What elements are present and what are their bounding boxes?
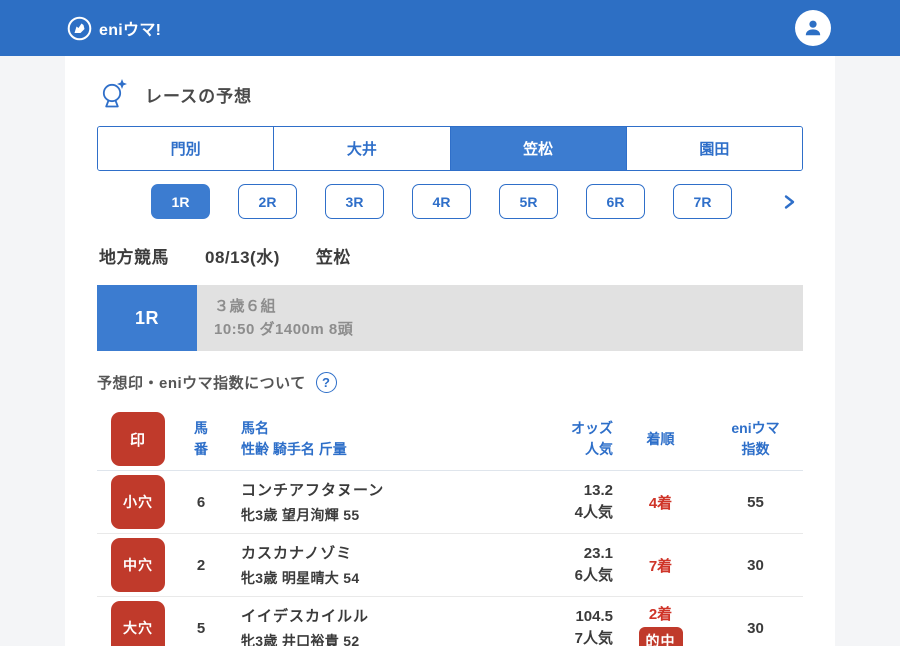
header-horse-number: 馬 番 [194, 420, 208, 457]
odds-cell: 104.5 7人気 [483, 606, 613, 646]
race-button-2r[interactable]: 2R [238, 184, 297, 219]
venue-tab-kasamatsu[interactable]: 笠松 [449, 127, 626, 170]
chevron-right-icon[interactable] [781, 193, 797, 211]
header-index: eniウマ 指数 [731, 420, 780, 457]
venue-tab-oi[interactable]: 大井 [273, 127, 450, 170]
race-button-4r[interactable]: 4R [412, 184, 471, 219]
header-result: 着順 [646, 430, 675, 447]
popularity-value: 4人気 [574, 504, 613, 521]
venue-tab-sonoda[interactable]: 園田 [625, 127, 802, 170]
race-number-row: 1R 2R 3R 4R 5R 6R 7R [97, 184, 803, 219]
meta-date: 08/13(水) [205, 248, 280, 267]
meta-category: 地方競馬 [99, 248, 169, 267]
result-cell: 7着 [613, 555, 708, 576]
horse-number: 2 [196, 556, 206, 574]
horse-name: イイデスカイルル [241, 608, 370, 625]
mark-badge: 小穴 [111, 475, 165, 529]
mark-badge: 大穴 [111, 601, 165, 646]
horse-name-cell: コンチアフタヌーン 牝3歳 望月洵輝 55 [237, 479, 483, 525]
info-link-row: 予想印・eniウマ指数について ? [97, 372, 803, 393]
horse-icon [67, 16, 92, 41]
race-banner: 1R ３歳６組 10:50 ダ1400m 8頭 [97, 285, 803, 351]
race-banner-class: ３歳６組 [214, 298, 277, 315]
table-row: 中穴 2 カスカナノゾミ 牝3歳 明星晴大 54 23.1 6人気 7着 30 [97, 534, 803, 597]
horse-detail: 牝3歳 明星晴大 54 [241, 570, 360, 586]
app-logo[interactable]: eniウマ! [67, 16, 161, 41]
horse-name: コンチアフタヌーン [241, 482, 385, 499]
race-button-7r[interactable]: 7R [673, 184, 732, 219]
person-icon [802, 17, 824, 39]
horse-detail: 牝3歳 望月洵輝 55 [241, 507, 360, 523]
result-position: 4着 [648, 494, 673, 512]
odds-value: 104.5 [575, 608, 613, 625]
table-row: 小穴 6 コンチアフタヌーン 牝3歳 望月洵輝 55 13.2 4人気 4着 5… [97, 471, 803, 534]
horse-number: 6 [196, 493, 206, 511]
index-value: 55 [747, 493, 764, 511]
race-banner-info: ３歳６組 10:50 ダ1400m 8頭 [197, 285, 353, 351]
user-account-button[interactable] [795, 10, 831, 46]
index-value: 30 [747, 556, 764, 574]
popularity-value: 7人気 [574, 630, 613, 646]
header-horse-name: 馬名 性齢 騎手名 斤量 [241, 420, 347, 457]
info-link-label: 予想印・eniウマ指数について [97, 375, 306, 392]
header-odds: オッズ 人気 [571, 420, 613, 457]
venue-tabs: 門別 大井 笠松 園田 [97, 126, 803, 171]
odds-value: 13.2 [583, 482, 613, 499]
venue-tab-monbetsu[interactable]: 門別 [98, 127, 274, 170]
horse-number: 5 [196, 619, 206, 637]
page-title: レースの予想 [145, 86, 253, 106]
result-position: 2着 [648, 605, 673, 623]
horse-detail: 牝3歳 井口裕貴 52 [241, 633, 360, 646]
odds-cell: 23.1 6人気 [483, 543, 613, 587]
horse-name: カスカナノゾミ [241, 545, 353, 562]
odds-cell: 13.2 4人気 [483, 480, 613, 524]
content-card: レースの予想 門別 大井 笠松 園田 1R 2R 3R 4R 5R 6R 7R … [65, 56, 835, 646]
hit-badge: 的中 [638, 626, 683, 646]
odds-value: 23.1 [583, 545, 613, 562]
result-position: 7着 [648, 557, 673, 575]
question-icon[interactable]: ? [315, 372, 337, 393]
prediction-table: 印 馬 番 馬名 性齢 騎手名 斤量 オッズ 人気 着順 eniウマ 指数 小穴… [97, 408, 803, 646]
page-title-row: レースの予想 [97, 74, 803, 110]
app-header: eniウマ! [0, 0, 900, 56]
crystal-ball-icon [99, 78, 129, 110]
popularity-value: 6人気 [574, 567, 613, 584]
race-button-5r[interactable]: 5R [499, 184, 558, 219]
mark-badge: 中穴 [111, 538, 165, 592]
table-row: 大穴 5 イイデスカイルル 牝3歳 井口裕貴 52 104.5 7人気 2着 的… [97, 597, 803, 646]
horse-name-cell: イイデスカイルル 牝3歳 井口裕貴 52 [237, 605, 483, 646]
race-banner-number: 1R [97, 285, 197, 351]
race-button-1r[interactable]: 1R [151, 184, 210, 219]
table-header-row: 印 馬 番 馬名 性齢 騎手名 斤量 オッズ 人気 着順 eniウマ 指数 [97, 408, 803, 471]
race-meta-row: 地方競馬 08/13(水) 笠松 [97, 243, 803, 268]
header-mark-badge: 印 [111, 412, 165, 466]
horse-name-cell: カスカナノゾミ 牝3歳 明星晴大 54 [237, 542, 483, 588]
race-button-3r[interactable]: 3R [325, 184, 384, 219]
app-logo-text: eniウマ! [99, 22, 162, 39]
result-cell: 4着 [613, 492, 708, 513]
meta-venue: 笠松 [315, 248, 351, 267]
race-button-6r[interactable]: 6R [586, 184, 645, 219]
index-value: 30 [747, 619, 764, 637]
result-cell: 2着 的中 [613, 603, 708, 646]
race-banner-conditions: 10:50 ダ1400m 8頭 [214, 321, 354, 338]
